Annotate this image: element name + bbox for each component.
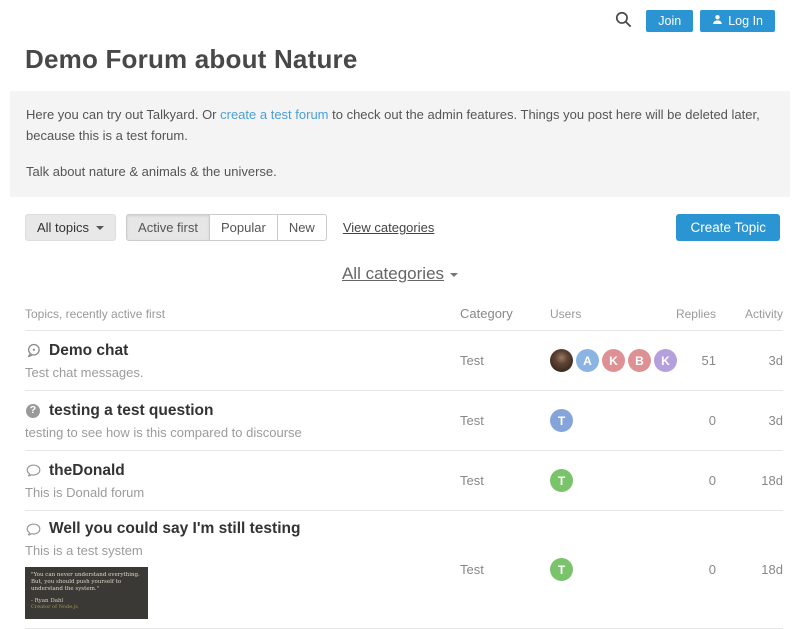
topic-replies-count: 0 <box>675 473 720 488</box>
filter-bar: All topics Active first Popular New View… <box>25 214 780 241</box>
tab-popular[interactable]: Popular <box>209 214 278 241</box>
topic-replies-count: 0 <box>675 562 720 577</box>
tab-new[interactable]: New <box>277 214 327 241</box>
topic-title-link[interactable]: theDonald <box>49 462 125 480</box>
header-category: Category <box>460 306 550 321</box>
avatar[interactable]: K <box>654 349 677 372</box>
intro-text: Here you can try out Talkyard. Or <box>26 107 220 122</box>
topic-excerpt: Test chat messages. <box>25 365 460 380</box>
avatar[interactable]: B <box>628 349 651 372</box>
topbar: Join Log In <box>0 0 800 32</box>
topic-users: T <box>550 469 675 492</box>
topic-table: Topics, recently active first Category U… <box>25 306 783 629</box>
all-topics-label: All topics <box>37 220 89 235</box>
page-title: Demo Forum about Nature <box>25 44 775 75</box>
header-replies: Replies <box>675 307 720 321</box>
chevron-down-icon <box>450 273 458 277</box>
categories-selector: All categories <box>0 264 800 284</box>
topic-title-link[interactable]: Demo chat <box>49 342 128 360</box>
speech-bubble-icon <box>25 463 41 479</box>
create-test-forum-link[interactable]: create a test forum <box>220 107 328 122</box>
join-button[interactable]: Join <box>646 10 693 32</box>
avatar[interactable] <box>550 349 573 372</box>
all-topics-dropdown[interactable]: All topics <box>25 214 116 241</box>
topic-preview-image: "You can never understand everything. Bu… <box>25 567 148 619</box>
topic-category[interactable]: Test <box>460 562 550 577</box>
quote-text: "You can never understand everything. Bu… <box>31 572 142 593</box>
speech-bubble-icon <box>25 521 41 537</box>
topic-category[interactable]: Test <box>460 413 550 428</box>
topic-row: ? testing a test question testing to see… <box>25 390 783 450</box>
topic-excerpt: testing to see how is this compared to d… <box>25 425 460 440</box>
intro-box: Here you can try out Talkyard. Or create… <box>10 91 790 197</box>
header-topics: Topics, recently active first <box>25 307 460 321</box>
header-activity: Activity <box>720 307 783 321</box>
search-button[interactable] <box>614 10 633 32</box>
login-button[interactable]: Log In <box>700 10 775 32</box>
table-header: Topics, recently active first Category U… <box>25 306 783 330</box>
topic-users: T <box>550 409 675 432</box>
question-glyph: ? <box>26 404 40 418</box>
question-icon: ? <box>25 403 41 419</box>
search-icon <box>614 10 633 32</box>
topic-row: theDonald This is Donald forum Test T 0 … <box>25 450 783 510</box>
quote-author-role: Creator of Node.js <box>31 604 142 610</box>
topic-replies-count: 51 <box>675 353 720 368</box>
topic-activity: 3d <box>720 413 783 428</box>
topic-title-link[interactable]: Well you could say I'm still testing <box>49 520 300 538</box>
join-button-label: Join <box>658 14 681 28</box>
chevron-down-icon <box>96 226 104 230</box>
topic-row: Demo chat Test chat messages. Test A K B… <box>25 330 783 390</box>
avatar[interactable]: A <box>576 349 599 372</box>
login-button-label: Log In <box>728 14 763 28</box>
topic-activity: 3d <box>720 353 783 368</box>
avatar[interactable]: K <box>602 349 625 372</box>
topic-excerpt: This is Donald forum <box>25 485 460 500</box>
topic-activity: 18d <box>720 562 783 577</box>
all-categories-label: All categories <box>342 264 444 283</box>
topic-activity: 18d <box>720 473 783 488</box>
topic-replies-count: 0 <box>675 413 720 428</box>
topic-excerpt: This is a test system <box>25 543 460 558</box>
forum-page: Join Log In Demo Forum about Nature Here… <box>0 0 800 629</box>
topic-category[interactable]: Test <box>460 473 550 488</box>
topic-users: T <box>550 558 675 581</box>
topic-users: A K B K <box>550 349 675 372</box>
avatar[interactable]: T <box>550 469 573 492</box>
header-users: Users <box>550 307 675 321</box>
intro-paragraph-2: Talk about nature & animals & the univer… <box>26 161 774 182</box>
topic-category[interactable]: Test <box>460 353 550 368</box>
topic-title-link[interactable]: testing a test question <box>49 402 214 420</box>
sort-tabs: Active first Popular New <box>126 214 327 241</box>
avatar[interactable]: T <box>550 409 573 432</box>
chat-circle-icon <box>25 343 41 359</box>
user-icon <box>712 14 723 28</box>
create-topic-button[interactable]: Create Topic <box>676 214 780 241</box>
all-categories-dropdown[interactable]: All categories <box>342 264 444 283</box>
view-categories-link[interactable]: View categories <box>343 220 435 235</box>
avatar[interactable]: T <box>550 558 573 581</box>
intro-paragraph-1: Here you can try out Talkyard. Or create… <box>26 104 774 146</box>
tab-active-first[interactable]: Active first <box>126 214 210 241</box>
topic-row: Well you could say I'm still testing Thi… <box>25 510 783 628</box>
